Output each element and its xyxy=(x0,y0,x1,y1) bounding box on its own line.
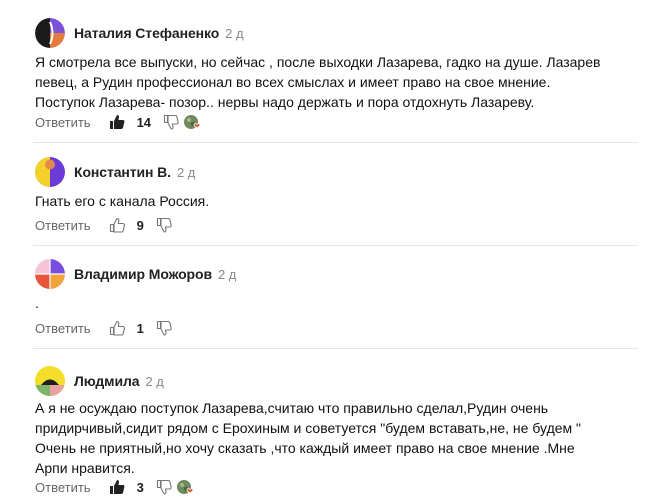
divider xyxy=(33,245,638,246)
avatar[interactable] xyxy=(35,259,65,289)
author-name[interactable]: Людмила xyxy=(74,373,140,389)
reactions-icon[interactable] xyxy=(176,477,196,497)
like-icon[interactable] xyxy=(109,114,125,130)
reply-button[interactable]: Ответить xyxy=(35,321,91,336)
avatar[interactable] xyxy=(35,157,65,187)
dislike-icon[interactable] xyxy=(156,217,172,233)
author-name[interactable]: Константин В. xyxy=(74,164,171,180)
avatar[interactable] xyxy=(35,18,65,48)
reply-button[interactable]: Ответить xyxy=(35,480,91,495)
like-count: 3 xyxy=(136,479,144,495)
like-count: 14 xyxy=(136,114,152,130)
author-name[interactable]: Наталия Стефаненко xyxy=(74,25,219,41)
dislike-icon[interactable] xyxy=(163,114,179,130)
dislike-icon[interactable] xyxy=(156,320,172,336)
comment-header: Людмила 2 д xyxy=(35,366,164,396)
comment-actions: Ответить 14 xyxy=(35,112,203,132)
like-icon[interactable] xyxy=(109,320,125,336)
comment-time: 2 д xyxy=(217,266,237,282)
comment-time: 2 д xyxy=(225,25,244,41)
reactions-icon[interactable] xyxy=(183,112,203,132)
avatar[interactable] xyxy=(35,366,65,396)
like-icon[interactable] xyxy=(109,217,125,233)
comment-actions: Ответить 3 xyxy=(35,477,196,497)
comment-text: А я не осуждаю поступок Лазарева,считаю … xyxy=(35,400,582,476)
comment-actions: Ответить 9 xyxy=(35,215,172,235)
comment-header: Константин В. 2 д xyxy=(35,157,195,187)
divider xyxy=(33,348,638,349)
like-count: 1 xyxy=(136,320,144,336)
reply-button[interactable]: Ответить xyxy=(35,115,91,130)
comment-text: . xyxy=(35,295,39,311)
comment-time: 2 д xyxy=(145,373,164,389)
comment-header: Владимир Можоров 2 д xyxy=(35,259,236,289)
comment-text: Я смотрела все выпуски, но сейчас , посл… xyxy=(35,54,601,110)
dislike-icon[interactable] xyxy=(156,479,172,495)
like-count: 9 xyxy=(136,217,144,233)
author-name[interactable]: Владимир Можоров xyxy=(74,266,212,282)
divider xyxy=(33,142,638,143)
comment-header: Наталия Стефаненко 2 д xyxy=(35,18,244,48)
reply-button[interactable]: Ответить xyxy=(35,218,91,233)
like-icon[interactable] xyxy=(109,479,125,495)
comment-text: Гнать его с канала Россия. xyxy=(35,193,210,209)
comment-time: 2 д xyxy=(176,164,196,180)
comment-actions: Ответить 1 xyxy=(35,318,172,338)
